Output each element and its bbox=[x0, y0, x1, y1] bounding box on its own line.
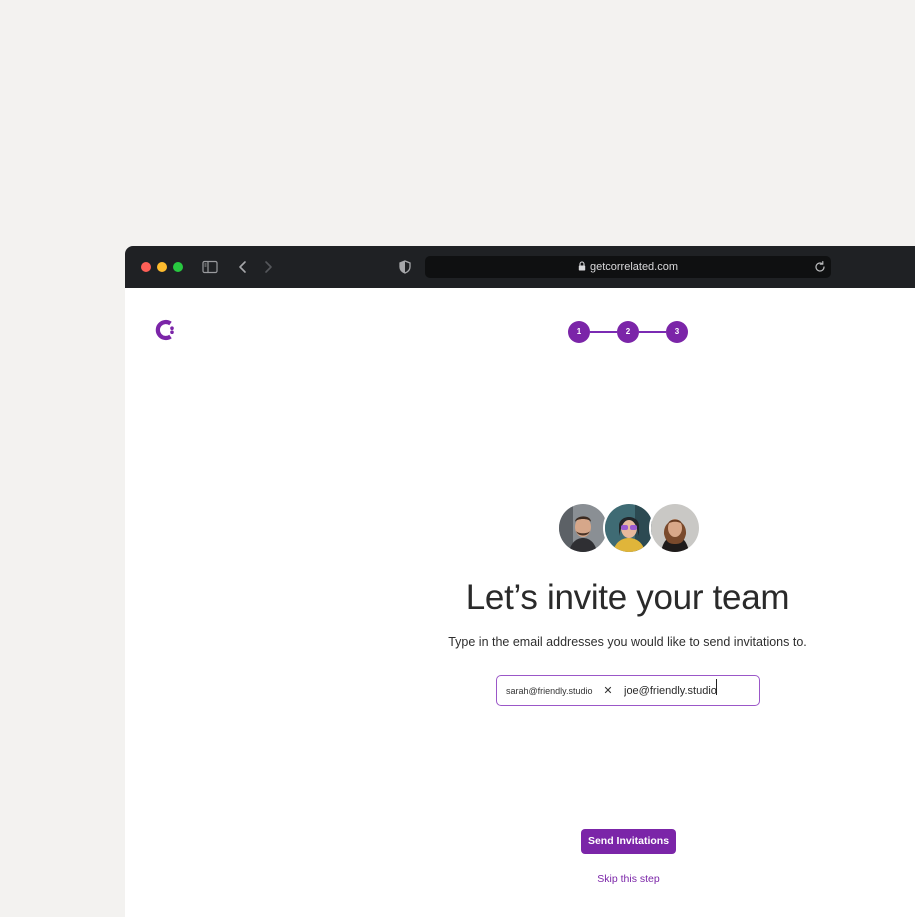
page-title: Let’s invite your team bbox=[465, 578, 790, 617]
step-1: 1 bbox=[568, 321, 590, 343]
address-bar[interactable]: getcorrelated.com bbox=[425, 256, 831, 278]
reload-icon[interactable] bbox=[813, 260, 827, 279]
team-avatars bbox=[557, 502, 701, 554]
email-invite-field[interactable]: sarah@friendly.studio ✕ bbox=[496, 675, 760, 706]
sidebar-icon[interactable] bbox=[202, 259, 218, 275]
browser-window: getcorrelated.com 1 2 3 Let’s invite you… bbox=[125, 246, 915, 917]
text-caret bbox=[716, 679, 717, 695]
forward-icon[interactable] bbox=[260, 259, 276, 275]
step-indicator: 1 2 3 bbox=[568, 321, 690, 343]
email-chip: sarah@friendly.studio bbox=[506, 686, 593, 696]
minimize-window-icon[interactable] bbox=[157, 262, 167, 272]
url-text: getcorrelated.com bbox=[589, 261, 679, 273]
step-2: 2 bbox=[617, 321, 639, 343]
browser-toolbar: getcorrelated.com bbox=[125, 246, 915, 288]
lock-icon bbox=[578, 261, 586, 275]
avatar bbox=[649, 502, 701, 554]
close-icon[interactable]: ✕ bbox=[602, 683, 614, 699]
email-input[interactable] bbox=[624, 682, 749, 700]
step-3: 3 bbox=[666, 321, 688, 343]
close-window-icon[interactable] bbox=[141, 262, 151, 272]
back-icon[interactable] bbox=[235, 259, 251, 275]
skip-step-link[interactable]: Skip this step bbox=[565, 872, 692, 886]
correlated-logo-icon[interactable] bbox=[155, 319, 177, 341]
shield-icon[interactable] bbox=[397, 259, 413, 275]
avatar bbox=[603, 502, 655, 554]
zoom-window-icon[interactable] bbox=[173, 262, 183, 272]
avatar bbox=[557, 502, 609, 554]
page-subtitle: Type in the email addresses you would li… bbox=[448, 635, 807, 649]
send-invitations-button[interactable]: Send Invitations bbox=[581, 829, 676, 854]
step-connector bbox=[590, 331, 617, 333]
step-connector bbox=[639, 331, 666, 333]
